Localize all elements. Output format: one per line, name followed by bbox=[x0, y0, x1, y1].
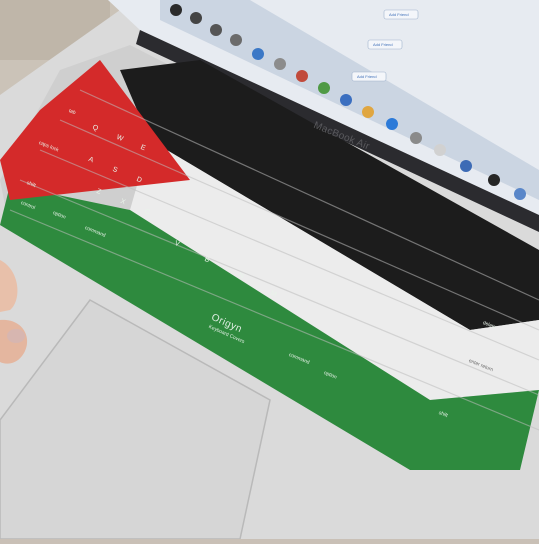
dock-icon bbox=[210, 24, 222, 36]
dock-icon bbox=[514, 188, 526, 200]
dock-icon bbox=[488, 174, 500, 186]
dock-icon bbox=[386, 118, 398, 130]
fingernail bbox=[7, 329, 25, 343]
dock-icon bbox=[274, 58, 286, 70]
add-friend-label: Add Friend bbox=[389, 12, 409, 17]
dock-icon bbox=[410, 132, 422, 144]
add-friend-label: Add Friend bbox=[357, 74, 377, 79]
dock-icon bbox=[318, 82, 330, 94]
dock-icon bbox=[230, 34, 242, 46]
dock-icon bbox=[340, 94, 352, 106]
dock-icon bbox=[362, 106, 374, 118]
add-friend-label: Add Friend bbox=[373, 42, 393, 47]
dock-icon bbox=[252, 48, 264, 60]
dock-icon bbox=[190, 12, 202, 24]
dock-icon bbox=[296, 70, 308, 82]
photo-scene: MacBook Air Origyn Keyboard Covers Add F… bbox=[0, 0, 539, 540]
dock-icon bbox=[434, 144, 446, 156]
laptop-illustration bbox=[0, 0, 539, 540]
dock-icon bbox=[460, 160, 472, 172]
dock-icon bbox=[170, 4, 182, 16]
